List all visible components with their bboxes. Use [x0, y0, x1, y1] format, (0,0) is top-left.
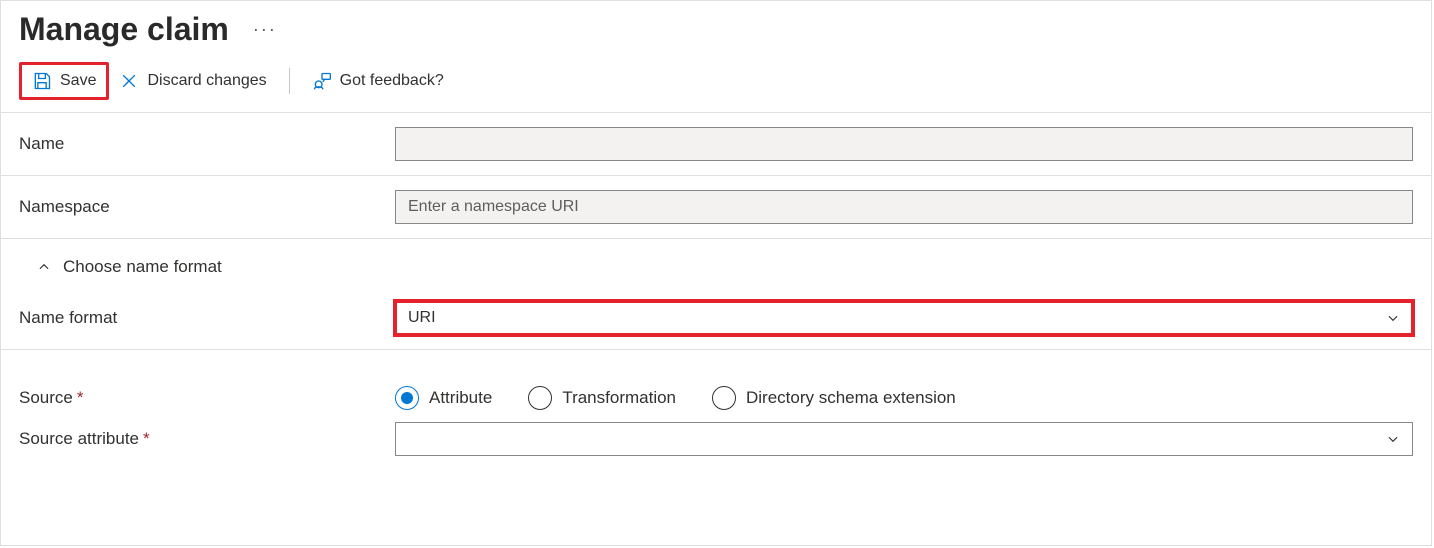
feedback-button[interactable]: Got feedback?: [302, 65, 454, 97]
namespace-input[interactable]: [395, 190, 1413, 224]
source-attribute-label: Source attribute*: [19, 429, 395, 449]
row-name: Name: [1, 113, 1431, 176]
feedback-label: Got feedback?: [340, 72, 444, 90]
radio-attribute[interactable]: Attribute: [395, 386, 492, 410]
toolbar-separator: [289, 68, 290, 94]
spacer: [1, 350, 1431, 380]
name-format-label: Name format: [19, 308, 395, 328]
form: Name Namespace Choose name format Name f…: [1, 113, 1431, 470]
required-asterisk: *: [77, 388, 84, 407]
radio-label-transformation: Transformation: [562, 388, 676, 408]
chevron-up-icon: [37, 260, 51, 274]
row-source: Source* Attribute Transformation Directo…: [1, 380, 1431, 416]
row-choose-name-format[interactable]: Choose name format: [1, 239, 1431, 287]
toolbar: Save Discard changes Got feedback?: [1, 48, 1431, 113]
name-format-value: URI: [408, 309, 436, 327]
name-label: Name: [19, 134, 395, 154]
discard-label: Discard changes: [147, 72, 266, 90]
radio-icon: [528, 386, 552, 410]
save-label: Save: [60, 72, 96, 90]
source-label: Source*: [19, 388, 395, 408]
namespace-label: Namespace: [19, 197, 395, 217]
radio-label-dse: Directory schema extension: [746, 388, 956, 408]
row-source-attribute: Source attribute*: [1, 416, 1431, 470]
header: Manage claim ···: [1, 1, 1431, 48]
save-button[interactable]: Save: [19, 62, 109, 100]
radio-icon: [712, 386, 736, 410]
required-asterisk: *: [143, 429, 150, 448]
radio-label-attribute: Attribute: [429, 388, 492, 408]
save-icon: [32, 71, 52, 91]
radio-icon-selected: [395, 386, 419, 410]
chevron-down-icon: [1386, 311, 1400, 325]
source-radio-group: Attribute Transformation Directory schem…: [395, 386, 1413, 410]
radio-transformation[interactable]: Transformation: [528, 386, 676, 410]
name-format-select[interactable]: URI: [395, 301, 1413, 335]
feedback-icon: [312, 71, 332, 91]
close-icon: [119, 71, 139, 91]
chevron-down-icon: [1386, 432, 1400, 446]
source-attribute-select[interactable]: [395, 422, 1413, 456]
page-title: Manage claim: [19, 11, 229, 48]
discard-button[interactable]: Discard changes: [109, 65, 276, 97]
choose-name-format-label: Choose name format: [63, 257, 222, 277]
name-input[interactable]: [395, 127, 1413, 161]
more-menu-icon[interactable]: ···: [253, 19, 277, 40]
manage-claim-panel: Manage claim ··· Save Discard changes Go…: [0, 0, 1432, 546]
row-namespace: Namespace: [1, 176, 1431, 239]
radio-dse[interactable]: Directory schema extension: [712, 386, 956, 410]
row-name-format: Name format URI: [1, 287, 1431, 350]
